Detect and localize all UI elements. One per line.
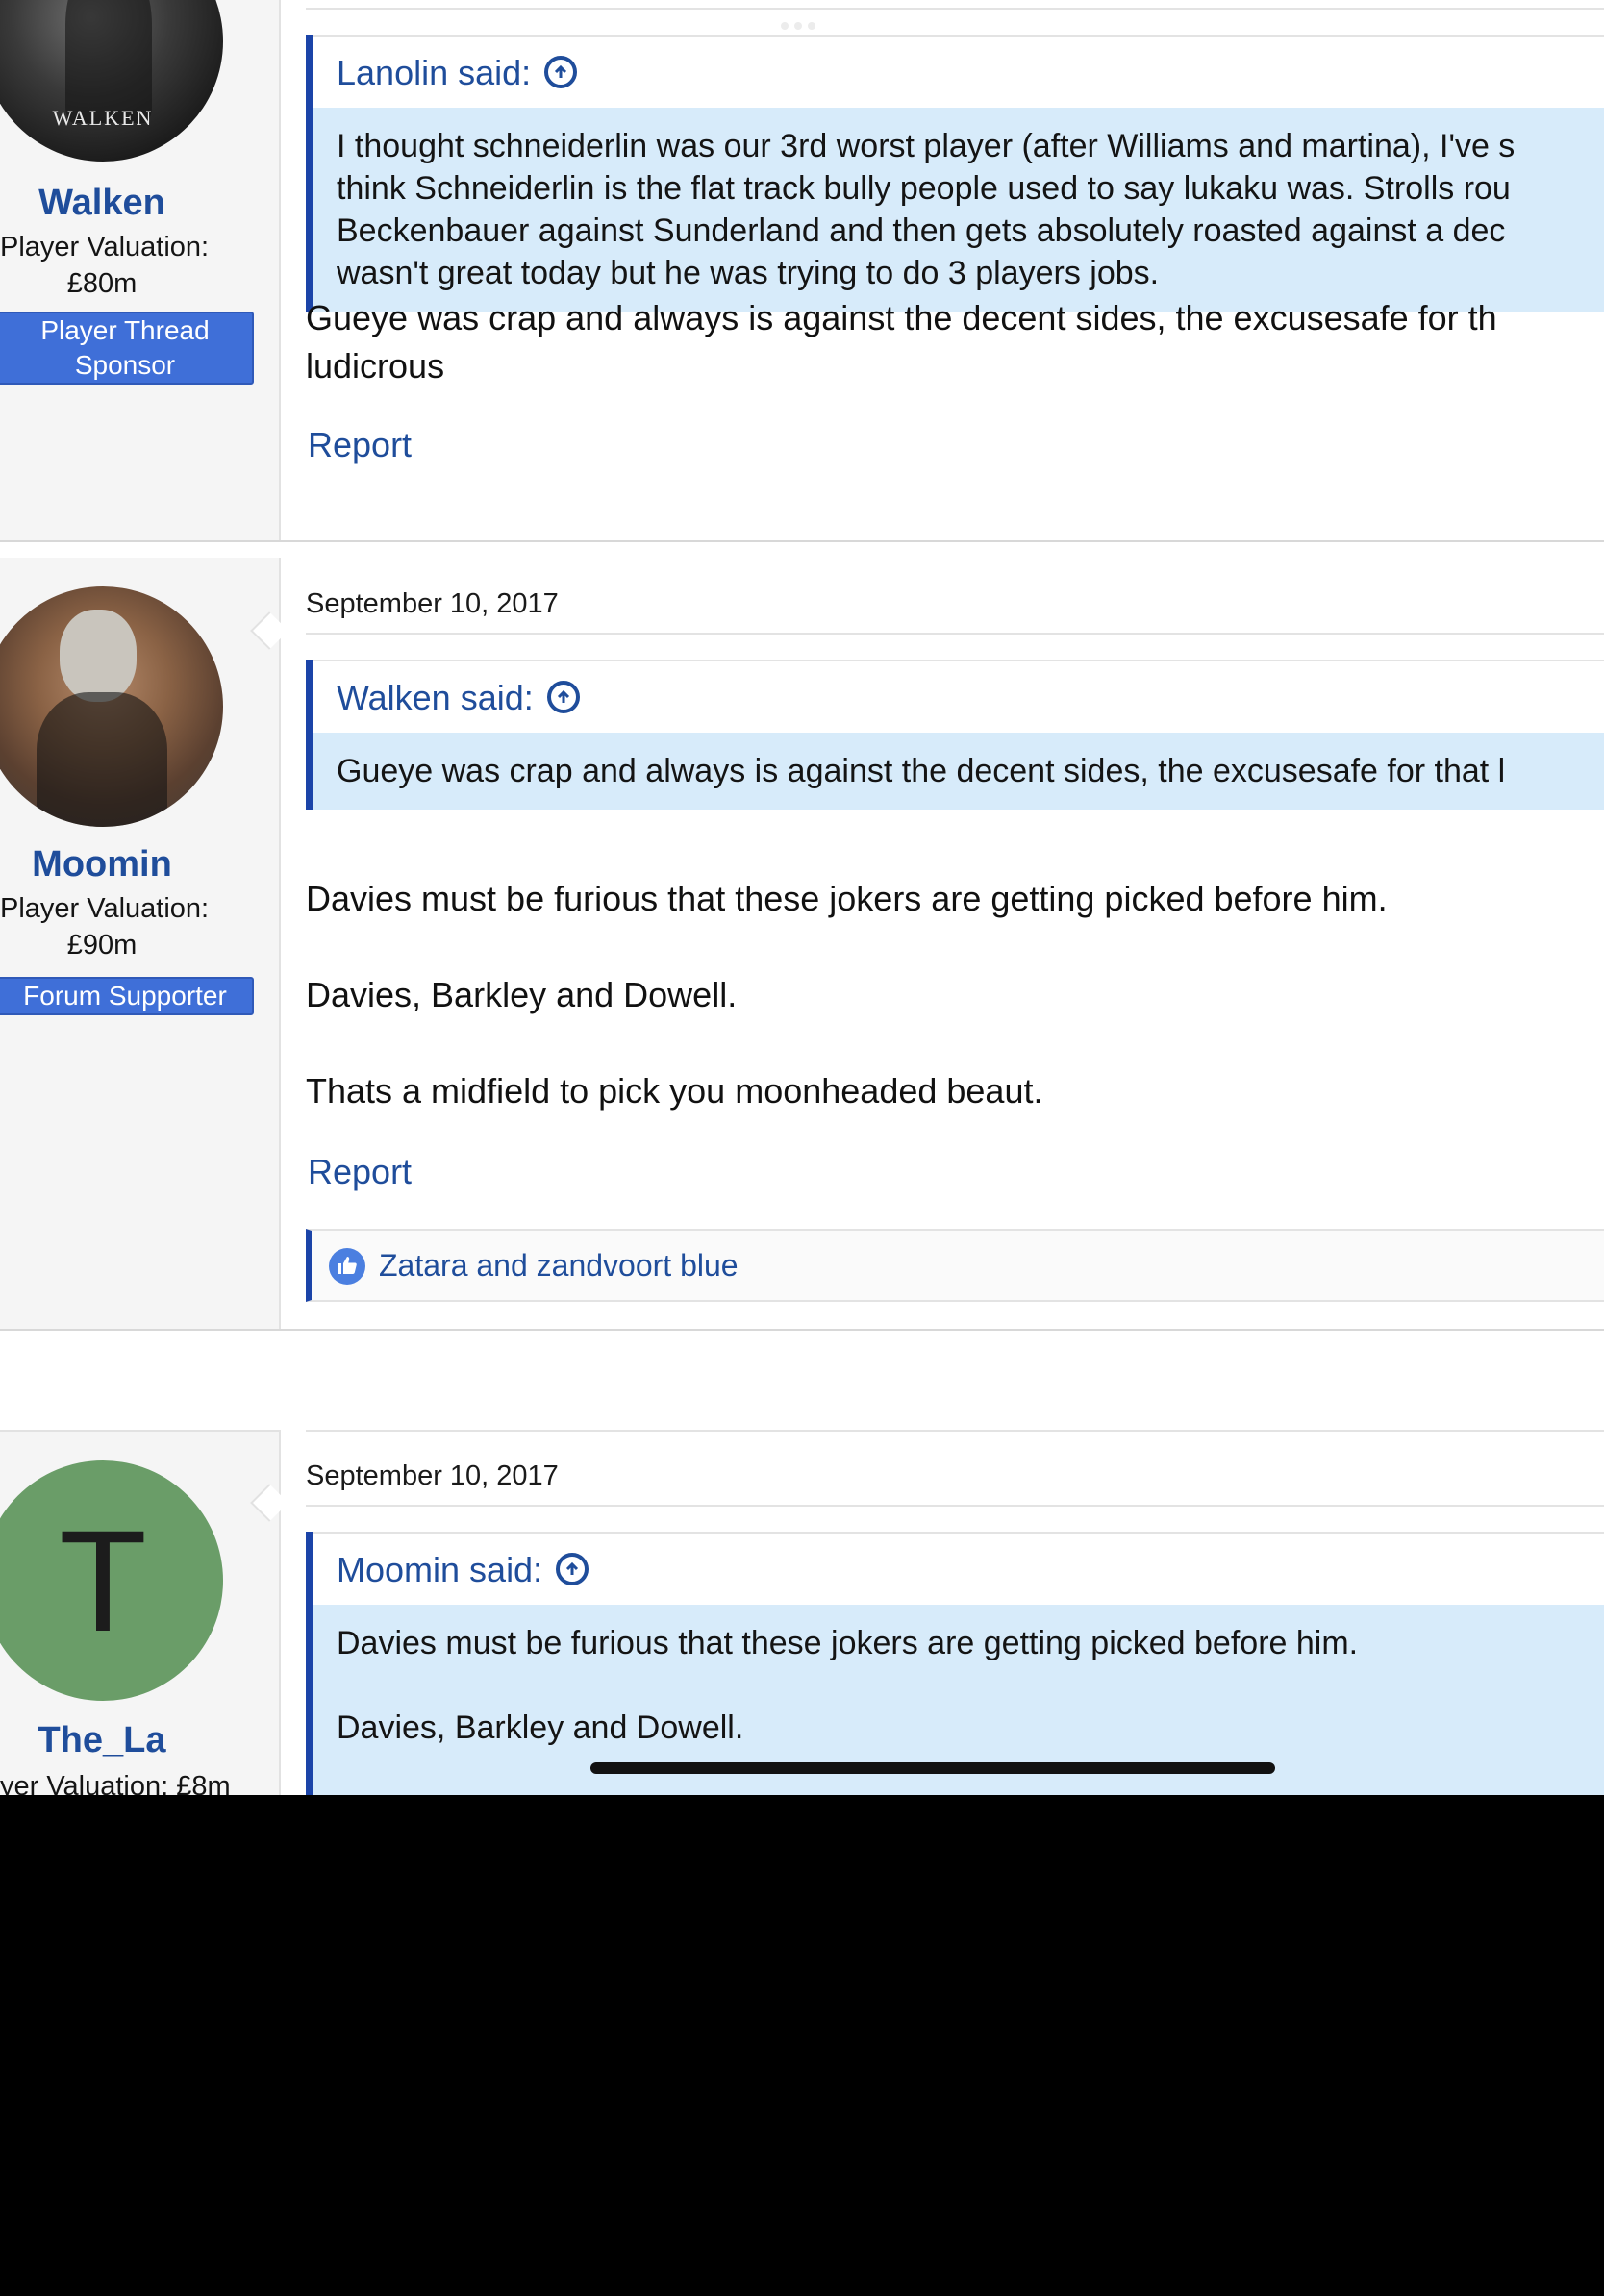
message-line: ludicrous: [306, 346, 445, 386]
user-sidebar: Moomin Player Valuation: £90m Forum Supp…: [0, 558, 281, 1331]
quote-line: Davies, Barkley and Dowell.: [337, 1710, 744, 1746]
post-top-rule: [306, 1430, 1604, 1432]
post-moomin: Moomin Player Valuation: £90m Forum Supp…: [0, 558, 1604, 1331]
user-sidebar: T The_La yer Valuation: £8m: [0, 1430, 281, 1795]
valuation-label: Player Valuation:: [0, 232, 210, 262]
avatar-caption: WALKEN: [52, 106, 154, 130]
post-message: Gueye was crap and always is against the…: [306, 294, 1604, 390]
message-line: Thats a midfield to pick you moonheaded …: [306, 1071, 1043, 1111]
quote-header[interactable]: Moomin said:: [313, 1532, 1604, 1605]
likes-list[interactable]: Zatara and zandvoort blue: [379, 1231, 739, 1300]
report-link[interactable]: Report: [308, 1152, 412, 1192]
quote-body: Gueye was crap and always is against the…: [313, 733, 1604, 810]
likes-bar[interactable]: Zatara and zandvoort blue: [306, 1229, 1604, 1302]
avatar-walken[interactable]: WALKEN: [0, 0, 223, 162]
avatar-the-la[interactable]: T: [0, 1460, 223, 1701]
username-the-la[interactable]: The_La: [0, 1720, 204, 1761]
quote-line: Gueye was crap and always is against the…: [337, 753, 1506, 789]
post-message: Davies must be furious that these jokers…: [306, 875, 1604, 1115]
user-sidebar: WALKEN Walken Player Valuation: £80m Pla…: [0, 0, 281, 542]
quote-line: Davies must be furious that these jokers…: [337, 1625, 1359, 1661]
arrow-up-circle-icon[interactable]: [544, 56, 578, 88]
post-date[interactable]: September 10, 2017: [306, 588, 559, 620]
avatar-moomin[interactable]: [0, 586, 223, 827]
quote-block: Lanolin said: I thought schneiderlin was…: [306, 35, 1604, 312]
post-divider: [0, 1329, 1604, 1331]
quote-header[interactable]: Lanolin said:: [313, 35, 1604, 108]
message-line: Davies, Barkley and Dowell.: [306, 975, 738, 1014]
report-link[interactable]: Report: [308, 425, 412, 465]
quote-author[interactable]: Lanolin said:: [337, 53, 531, 92]
forum-viewport[interactable]: WALKEN Walken Player Valuation: £80m Pla…: [0, 0, 1604, 1795]
username-moomin[interactable]: Moomin: [0, 844, 204, 886]
header-rule: [306, 633, 1604, 635]
quote-line: think Schneiderlin is the flat track bul…: [337, 170, 1511, 207]
username-walken[interactable]: Walken: [0, 183, 204, 224]
user-badge: Player Thread Sponsor: [0, 312, 254, 385]
badge-line-1: Player Thread: [40, 315, 210, 345]
quote-line: Beckenbauer against Sunderland and then …: [337, 212, 1506, 249]
message-line: Gueye was crap and always is against the…: [306, 298, 1497, 337]
quote-body: I thought schneiderlin was our 3rd worst…: [313, 108, 1604, 312]
valuation-value: £90m: [66, 930, 138, 961]
valuation-value: £80m: [66, 268, 138, 299]
quote-author[interactable]: Walken said:: [337, 678, 534, 717]
quote-block: Moomin said: Davies must be furious that…: [306, 1532, 1604, 1795]
header-rule: [306, 1505, 1604, 1507]
valuation-label: Player Valuation:: [0, 893, 210, 924]
quote-line: wasn't great today but he was trying to …: [337, 255, 1160, 291]
user-badge: Forum Supporter: [0, 977, 254, 1015]
post-the-la: T The_La yer Valuation: £8m September 10…: [0, 1430, 1604, 1795]
badge-line-2: Sponsor: [74, 350, 176, 380]
quote-block: Walken said: Gueye was crap and always i…: [306, 660, 1604, 810]
quote-author[interactable]: Moomin said:: [337, 1550, 542, 1589]
arrow-up-circle-icon[interactable]: [556, 1553, 589, 1585]
home-indicator[interactable]: [590, 1762, 1275, 1774]
header-rule: [306, 8, 1604, 10]
message-line: Davies must be furious that these jokers…: [306, 879, 1388, 918]
post-date[interactable]: September 10, 2017: [306, 1460, 559, 1492]
post-divider: [0, 540, 1604, 542]
valuation-line: yer Valuation: £8m: [0, 1771, 231, 1795]
post-walken: WALKEN Walken Player Valuation: £80m Pla…: [0, 0, 1604, 542]
thumbs-up-icon: [329, 1248, 365, 1285]
quote-header[interactable]: Walken said:: [313, 660, 1604, 733]
quote-line: I thought schneiderlin was our 3rd worst…: [337, 128, 1516, 164]
arrow-up-circle-icon[interactable]: [546, 681, 580, 713]
